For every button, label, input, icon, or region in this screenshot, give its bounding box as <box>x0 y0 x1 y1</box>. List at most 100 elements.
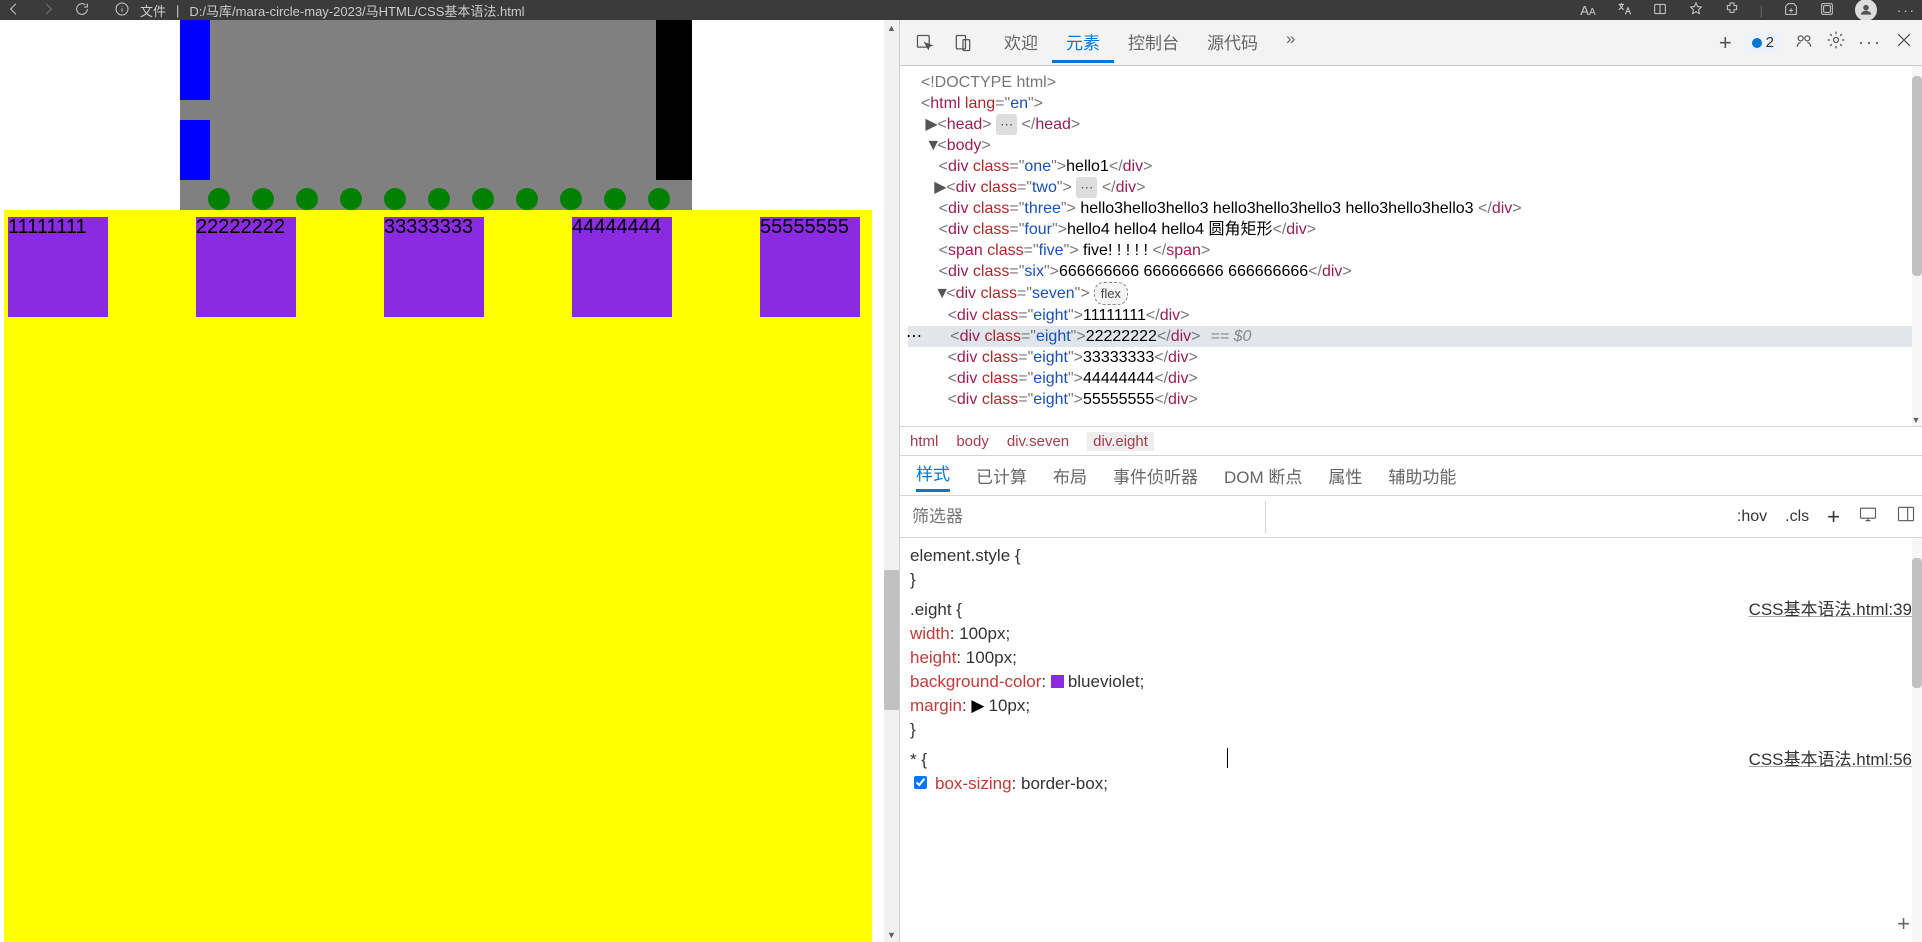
inspect-element-icon[interactable] <box>908 26 942 60</box>
browser-nav-icons <box>6 1 90 20</box>
dom-div-eight[interactable]: <div class="eight">33333333</div> <box>908 347 1922 368</box>
crumb-eight[interactable]: div.eight <box>1087 432 1154 451</box>
subtab-a11y[interactable]: 辅助功能 <box>1388 463 1456 488</box>
more-icon[interactable]: ··· <box>1858 32 1882 53</box>
avatar-icon[interactable] <box>1855 0 1877 21</box>
prop-enable-checkbox[interactable] <box>914 776 927 789</box>
source-link[interactable]: CSS基本语法.html:56 <box>1749 750 1912 769</box>
expand-shorthand-icon[interactable]: ▶ <box>971 694 984 718</box>
translate-icon[interactable] <box>1616 1 1632 20</box>
scroll-down-icon[interactable]: ▼ <box>1910 414 1922 426</box>
scroll-up-icon[interactable]: ▲ <box>884 20 899 35</box>
site-info-icon[interactable] <box>114 1 130 20</box>
page-eight-box: 22222222 <box>196 217 296 317</box>
dom-head[interactable]: ▶<head> ⋯ </head> <box>908 114 1922 135</box>
elements-tree[interactable]: <!DOCTYPE html> <html lang="en"> ▶<head>… <box>900 66 1922 426</box>
cls-toggle[interactable]: .cls <box>1785 508 1809 526</box>
tab-sources[interactable]: 源代码 <box>1193 23 1272 63</box>
scroll-thumb[interactable] <box>1912 76 1922 276</box>
issues-badge[interactable]: 2 <box>1744 32 1782 53</box>
dom-div-three[interactable]: <div class="three"> hello3hello3hello3 h… <box>908 198 1922 219</box>
new-tab-icon[interactable]: + <box>1719 30 1732 56</box>
dom-body-open[interactable]: ▼<body> <box>908 135 1922 156</box>
styles-filter-input[interactable] <box>906 501 1266 533</box>
subtab-listeners[interactable]: 事件侦听器 <box>1113 463 1198 488</box>
settings-sync-icon[interactable] <box>1794 30 1814 55</box>
subtab-props[interactable]: 属性 <box>1328 463 1362 488</box>
crumb-seven[interactable]: div.seven <box>1007 433 1069 450</box>
tab-console[interactable]: 控制台 <box>1114 23 1193 63</box>
tab-elements[interactable]: 元素 <box>1052 23 1114 63</box>
subtab-computed[interactable]: 已计算 <box>976 463 1027 488</box>
collections-icon[interactable] <box>1783 1 1799 20</box>
dom-html-open[interactable]: <html lang="en"> <box>908 93 1922 114</box>
subtab-layout[interactable]: 布局 <box>1053 463 1087 488</box>
divider-icon: | <box>1760 3 1763 18</box>
devtools-toolbar-right: + 2 ··· <box>1719 30 1914 56</box>
close-icon[interactable] <box>1894 30 1914 55</box>
devtools-tabs: 欢迎 元素 控制台 源代码 » <box>990 23 1309 63</box>
dom-span-five[interactable]: <span class="five"> five! ! ! ! ! </span… <box>908 240 1922 261</box>
prop-width[interactable]: width: 100px; <box>910 622 1912 646</box>
expand-rule-icon[interactable]: ▼ <box>900 772 902 796</box>
extensions-icon[interactable] <box>1724 1 1740 20</box>
selected-actions-icon[interactable]: ⋯ <box>906 328 922 345</box>
dom-div-eight[interactable]: <div class="eight">11111111</div> <box>908 305 1922 326</box>
scroll-thumb[interactable] <box>884 570 899 710</box>
dom-div-six[interactable]: <div class="six">666666666 666666666 666… <box>908 261 1922 282</box>
rule-star-header[interactable]: * { CSS基本语法.html:56 <box>910 748 1912 772</box>
textsize-icon[interactable]: AA <box>1580 3 1595 18</box>
scroll-down-icon[interactable]: ▼ <box>884 927 899 942</box>
element-style-rule[interactable]: element.style { <box>910 544 1912 568</box>
readaloud-icon[interactable] <box>1652 1 1668 20</box>
dom-div-two[interactable]: ▶<div class="two"> ⋯ </div> <box>908 177 1922 198</box>
back-icon[interactable] <box>6 1 22 20</box>
green-dot <box>516 188 538 210</box>
scroll-thumb[interactable] <box>1912 558 1922 688</box>
issues-dot-icon <box>1752 38 1762 48</box>
computed-view-icon[interactable] <box>1858 504 1878 529</box>
tabactions-icon[interactable] <box>1819 1 1835 20</box>
tab-more[interactable]: » <box>1272 23 1309 63</box>
favorite-icon[interactable] <box>1688 1 1704 20</box>
dom-div-eight[interactable]: <div class="eight">44444444</div> <box>908 368 1922 389</box>
prop-background-color[interactable]: background-color: blueviolet; <box>910 670 1912 694</box>
styles-pane[interactable]: element.style { } .eight { CSS基本语法.html:… <box>900 538 1922 942</box>
url-separator: | <box>176 3 179 18</box>
new-style-rule-icon[interactable]: + <box>1827 504 1840 530</box>
subtab-styles[interactable]: 样式 <box>916 460 950 492</box>
ellipsis-icon[interactable]: ⋯ <box>1076 177 1097 198</box>
elements-scrollbar[interactable]: ▼ <box>1910 66 1922 426</box>
rule-eight-header[interactable]: .eight { CSS基本语法.html:39 <box>910 598 1912 622</box>
dom-div-eight-selected[interactable]: ⋯ <div class="eight">22222222</div> <box>908 326 1922 347</box>
refresh-icon[interactable] <box>74 1 90 20</box>
devtools-toolbar: 欢迎 元素 控制台 源代码 » + 2 ··· <box>900 20 1922 66</box>
source-link[interactable]: CSS基本语法.html:39 <box>1749 600 1912 619</box>
dom-div-eight[interactable]: <div class="eight">55555555</div> <box>908 389 1922 410</box>
crumb-body[interactable]: body <box>956 433 989 450</box>
prop-height[interactable]: height: 100px; <box>910 646 1912 670</box>
browser-more-icon[interactable]: ··· <box>1897 3 1916 18</box>
ellipsis-icon[interactable]: ⋯ <box>996 114 1017 135</box>
color-swatch-icon[interactable] <box>1051 675 1064 688</box>
dom-div-one[interactable]: <div class="one">hello1</div> <box>908 156 1922 177</box>
url-text[interactable]: D:/马库/mara-circle-may-2023/马HTML/CSS基本语法… <box>189 1 524 20</box>
styles-scrollbar[interactable] <box>1910 538 1922 942</box>
prop-box-sizing[interactable]: ▼ box-sizing: border-box; <box>910 772 1912 796</box>
add-declaration-icon[interactable]: + <box>1897 912 1910 936</box>
subtab-dombreak[interactable]: DOM 断点 <box>1224 463 1302 488</box>
device-toolbar-icon[interactable] <box>946 26 980 60</box>
forward-icon[interactable] <box>40 1 56 20</box>
dom-div-seven[interactable]: ▼<div class="seven">flex <box>908 282 1922 305</box>
dom-doctype[interactable]: <!DOCTYPE html> <box>908 72 1922 93</box>
prop-margin[interactable]: margin: ▶10px; <box>910 694 1912 718</box>
tab-welcome[interactable]: 欢迎 <box>990 23 1052 63</box>
devtools-panel: 欢迎 元素 控制台 源代码 » + 2 ··· <!DOCTYPE html> <box>900 20 1922 942</box>
crumb-html[interactable]: html <box>910 433 938 450</box>
gear-icon[interactable] <box>1826 30 1846 55</box>
dom-div-four[interactable]: <div class="four">hello4 hello4 hello4 圆… <box>908 219 1922 240</box>
hov-toggle[interactable]: :hov <box>1737 508 1767 526</box>
page-scrollbar[interactable]: ▲ ▼ <box>884 20 899 942</box>
toggle-sidebar-icon[interactable] <box>1896 504 1916 529</box>
flex-badge[interactable]: flex <box>1094 282 1128 305</box>
